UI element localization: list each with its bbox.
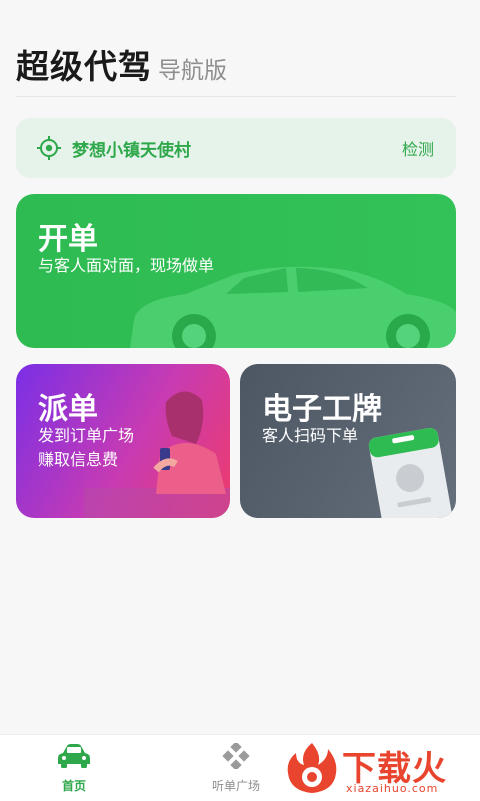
- location-bar: 梦想小镇天使村 检测: [16, 118, 456, 178]
- tab-home[interactable]: 首页: [24, 743, 124, 794]
- watermark: 下载火 xiazaihuo.com: [280, 735, 480, 800]
- flame-logo-icon: [287, 743, 337, 793]
- tab-order-plaza-label: 听单广场: [211, 779, 260, 793]
- header-divider: [16, 96, 456, 97]
- electronic-badge-card[interactable]: 电子工牌 客人扫码下单: [240, 364, 456, 518]
- badge-card-illustration: [368, 427, 452, 518]
- car-icon: [58, 744, 90, 768]
- detect-button[interactable]: 检测: [402, 136, 434, 160]
- tab-order-plaza[interactable]: 听单广场: [186, 741, 286, 794]
- badge-subtitle: 客人扫码下单: [262, 426, 359, 445]
- dispatch-line1: 发到订单广场: [38, 426, 135, 445]
- watermark-url: xiazaihuo.com: [346, 782, 439, 795]
- open-order-card[interactable]: 开单 与客人面对面，现场做单: [16, 194, 456, 348]
- dispatch-card[interactable]: 派单 发到订单广场 赚取信息费: [16, 364, 230, 518]
- open-order-subtitle: 与客人面对面，现场做单: [38, 256, 215, 275]
- tab-home-label: 首页: [61, 779, 86, 793]
- page-header: 超级代驾 导航版: [16, 40, 227, 88]
- location-target-icon: [37, 136, 61, 160]
- open-order-title: 开单: [38, 222, 98, 257]
- dispatch-line2: 赚取信息费: [38, 450, 119, 469]
- badge-title: 电子工牌: [262, 392, 382, 427]
- app-subtitle: 导航版: [158, 58, 227, 84]
- dispatch-title: 派单: [38, 392, 98, 427]
- grid-diamond-icon: [222, 741, 250, 771]
- location-name: 梦想小镇天使村: [72, 140, 191, 161]
- app-title: 超级代驾: [16, 47, 152, 86]
